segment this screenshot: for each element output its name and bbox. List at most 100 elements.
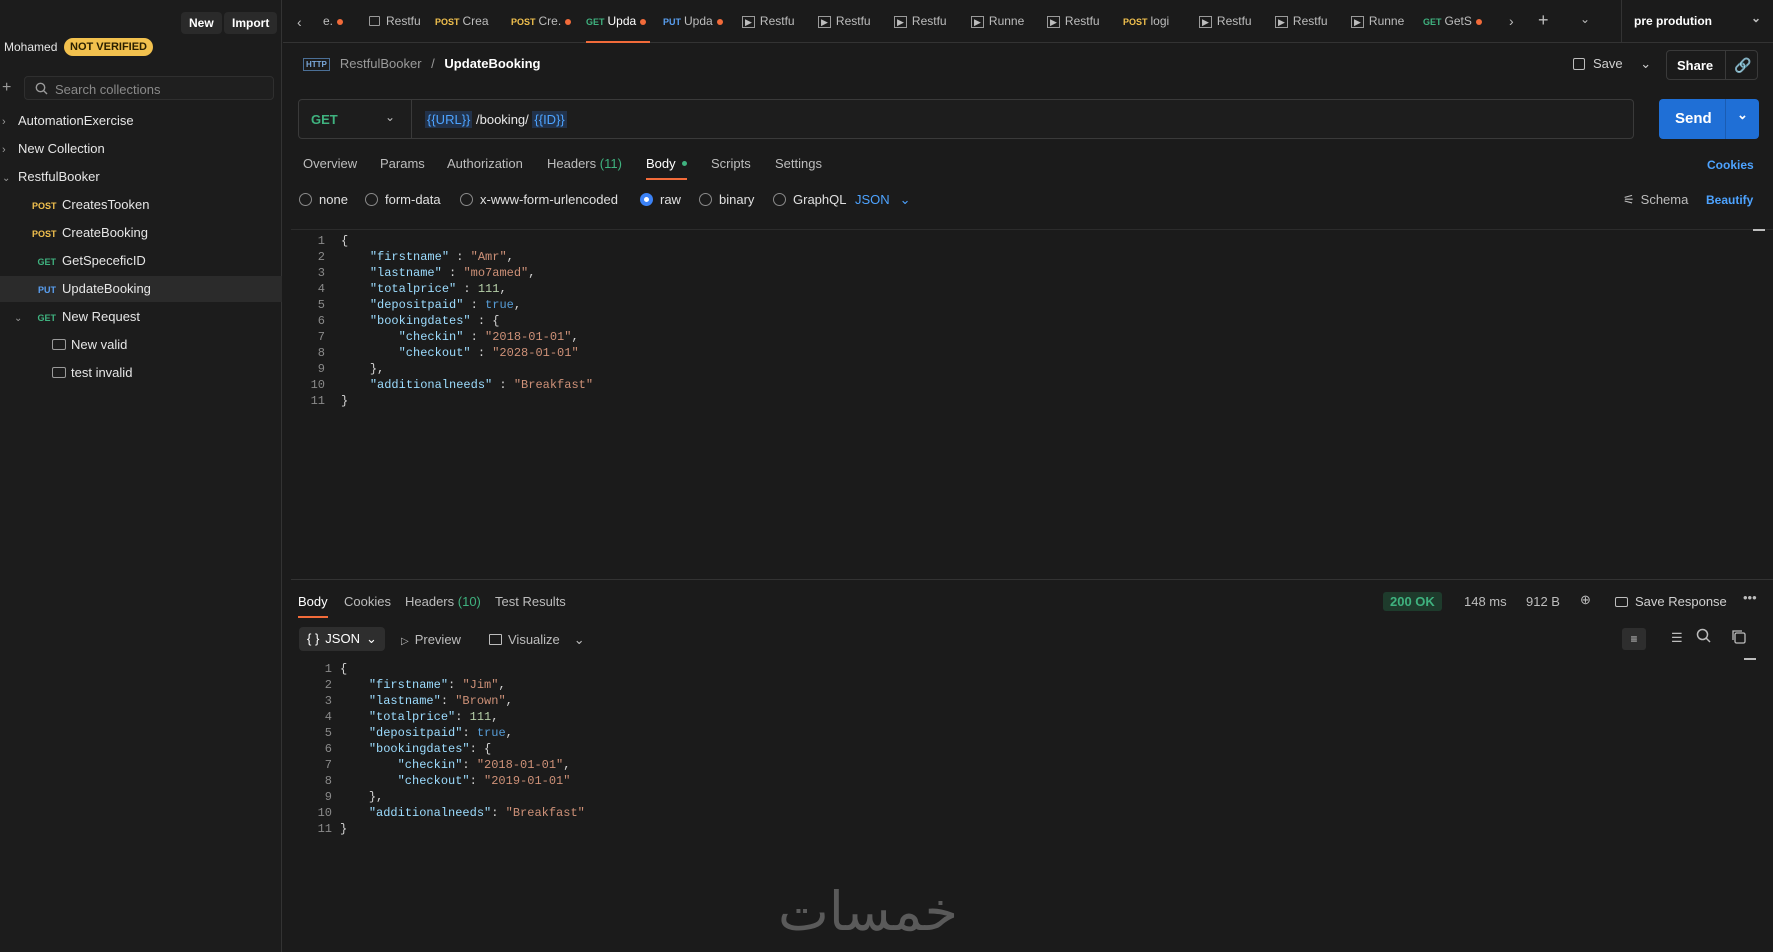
tab-13[interactable]: ▶ Restfu	[1275, 0, 1335, 43]
request-updatebooking[interactable]: PUT UpdateBooking	[32, 276, 151, 302]
collection-new-collection[interactable]: › New Collection	[0, 136, 105, 162]
status-badge[interactable]: 200 OK	[1383, 592, 1442, 611]
breadcrumb-parent[interactable]: RestfulBooker	[340, 56, 422, 71]
beautify-button[interactable]: Beautify	[1706, 193, 1753, 207]
collection-restfulbooker[interactable]: ⌄ RestfulBooker	[0, 164, 100, 190]
tab-4-active[interactable]: GET Upda	[586, 0, 650, 43]
chevron-right-icon: ›	[2, 116, 6, 128]
filter-icon[interactable]: ☰	[1671, 630, 1683, 646]
tab-5[interactable]: PUT Upda	[663, 0, 727, 43]
tab-2[interactable]: POST Crea	[435, 0, 495, 43]
wrap-lines-icon[interactable]: ≡	[1622, 628, 1646, 650]
response-format-select[interactable]: { } JSON ⌄	[299, 627, 385, 651]
tab-headers[interactable]: Headers (11)	[547, 156, 622, 171]
request-new-request[interactable]: ⌄ GET New Request	[14, 304, 140, 330]
radio-form-data[interactable]: form-data	[365, 192, 441, 207]
tab-14[interactable]: ▶ Runne	[1351, 0, 1413, 43]
more-options-icon[interactable]: •••	[1743, 590, 1757, 605]
add-collection-icon[interactable]: +	[2, 80, 11, 96]
tab-1[interactable]: Restfu	[369, 0, 435, 43]
tab-3[interactable]: POST Cre.	[511, 0, 573, 43]
resp-tab-cookies[interactable]: Cookies	[344, 594, 391, 609]
tab-overview[interactable]: Overview	[303, 156, 357, 171]
request-label: CreatesTooken	[62, 197, 150, 212]
resp-tab-test-results[interactable]: Test Results	[495, 594, 566, 609]
import-button[interactable]: Import	[224, 12, 278, 34]
preview-button[interactable]: ▷ Preview	[401, 632, 461, 647]
share-button[interactable]: Share	[1677, 58, 1713, 73]
tab-settings[interactable]: Settings	[775, 156, 822, 171]
send-button[interactable]: Send ⌄	[1659, 99, 1759, 139]
search-icon[interactable]	[1696, 628, 1711, 648]
tab-15[interactable]: GET GetS	[1423, 0, 1489, 43]
request-createbooking[interactable]: POST CreateBooking	[32, 220, 148, 246]
copy-icon[interactable]	[1731, 629, 1746, 649]
editor-scrollbar[interactable]	[1753, 229, 1765, 231]
method-select[interactable]: GET	[311, 112, 338, 127]
method-badge: GET	[37, 257, 56, 267]
tab-10[interactable]: ▶ Restfu	[1047, 0, 1107, 43]
tab-7[interactable]: ▶ Restfu	[818, 0, 878, 43]
tab-params[interactable]: Params	[380, 156, 425, 171]
radio-none[interactable]: none	[299, 192, 348, 207]
tab-9[interactable]: ▶ Runne	[971, 0, 1033, 43]
runner-icon: ▶	[1275, 16, 1288, 28]
visualize-button[interactable]: Visualize ⌄	[489, 632, 585, 648]
request-label: New Request	[62, 309, 141, 324]
example-new-valid[interactable]: New valid	[52, 332, 127, 358]
radio-binary[interactable]: binary	[699, 192, 754, 207]
method-badge: POST	[32, 229, 57, 239]
tab-body[interactable]: Body	[646, 156, 687, 180]
request-createstooken[interactable]: POST CreatesTooken	[32, 192, 149, 218]
add-tab-icon[interactable]: +	[1538, 10, 1549, 31]
count-badge: (10)	[457, 594, 481, 609]
example-test-invalid[interactable]: test invalid	[52, 360, 132, 386]
link-icon[interactable]: 🔗	[1734, 57, 1751, 74]
response-body-viewer[interactable]: 1{2 "firstname": "Jim", 3 "lastname": "Br…	[298, 658, 1738, 858]
tab-8[interactable]: ▶ Restfu	[894, 0, 954, 43]
tab-11[interactable]: POST logi	[1123, 0, 1183, 43]
chevron-down-icon[interactable]: ⌄	[1737, 107, 1748, 123]
request-getspeceficid[interactable]: GET GetSpeceficID	[32, 248, 145, 274]
collection-automationexercise[interactable]: › AutomationExercise	[0, 108, 134, 134]
request-body-editor[interactable]: 1{2 "firstname" : "Amr", 3 "lastname" : "…	[291, 229, 1773, 580]
sliders-icon: ⚟	[1623, 192, 1635, 207]
tab-6[interactable]: ▶ Restfu	[742, 0, 802, 43]
tabs-scroll-right-icon[interactable]: ›	[1509, 13, 1514, 29]
tab-label: Restfu	[835, 14, 871, 28]
tabs-scroll-left-icon[interactable]: ‹	[297, 14, 302, 30]
tab-scripts[interactable]: Scripts	[711, 156, 751, 171]
save-response-label: Save Response	[1635, 594, 1727, 609]
tab-label: Runne	[988, 14, 1025, 28]
search-collections[interactable]: Search collections	[24, 76, 274, 100]
response-size[interactable]: 912 B	[1526, 594, 1560, 609]
code-line: "additionalneeds" : "Breakfast"	[369, 378, 594, 392]
new-button[interactable]: New	[181, 12, 222, 34]
radio-graphql[interactable]: GraphQL	[773, 192, 846, 207]
send-label: Send	[1675, 110, 1712, 127]
response-scrollbar[interactable]	[1744, 658, 1756, 660]
response-time[interactable]: 148 ms	[1464, 594, 1507, 609]
format-label: JSON	[325, 631, 360, 646]
resp-tab-headers[interactable]: Headers (10)	[405, 594, 481, 609]
tabs-menu-chevron-icon[interactable]: ⌄	[1580, 12, 1590, 26]
chevron-down-icon[interactable]: ⌄	[385, 110, 395, 124]
cookies-link[interactable]: Cookies	[1707, 158, 1754, 172]
tab-12[interactable]: ▶ Restfu	[1199, 0, 1259, 43]
save-response-button[interactable]: Save Response	[1615, 594, 1727, 609]
environment-selector[interactable]: pre prodution ⌄	[1621, 0, 1773, 43]
body-format-select[interactable]: JSON ⌄	[855, 192, 911, 208]
resp-tab-body[interactable]: Body	[298, 594, 328, 618]
radio-raw[interactable]: raw	[640, 192, 681, 207]
tab-authorization[interactable]: Authorization	[447, 156, 523, 171]
code-line: "additionalneeds": "Breakfast"	[368, 806, 585, 820]
save-button[interactable]: Save ⌄	[1573, 56, 1651, 72]
schema-button[interactable]: ⚟ Schema	[1623, 192, 1688, 208]
globe-icon[interactable]: ⊕	[1580, 592, 1591, 608]
tab-0[interactable]: e.	[323, 0, 361, 43]
method-badge: POST	[511, 17, 536, 27]
radio-urlencoded[interactable]: x-www-form-urlencoded	[460, 192, 618, 207]
url-input[interactable]: {{URL}} /booking/ {{ID}}	[425, 111, 567, 128]
tab-label: logi	[1150, 14, 1170, 28]
collection-label: AutomationExercise	[18, 113, 134, 128]
